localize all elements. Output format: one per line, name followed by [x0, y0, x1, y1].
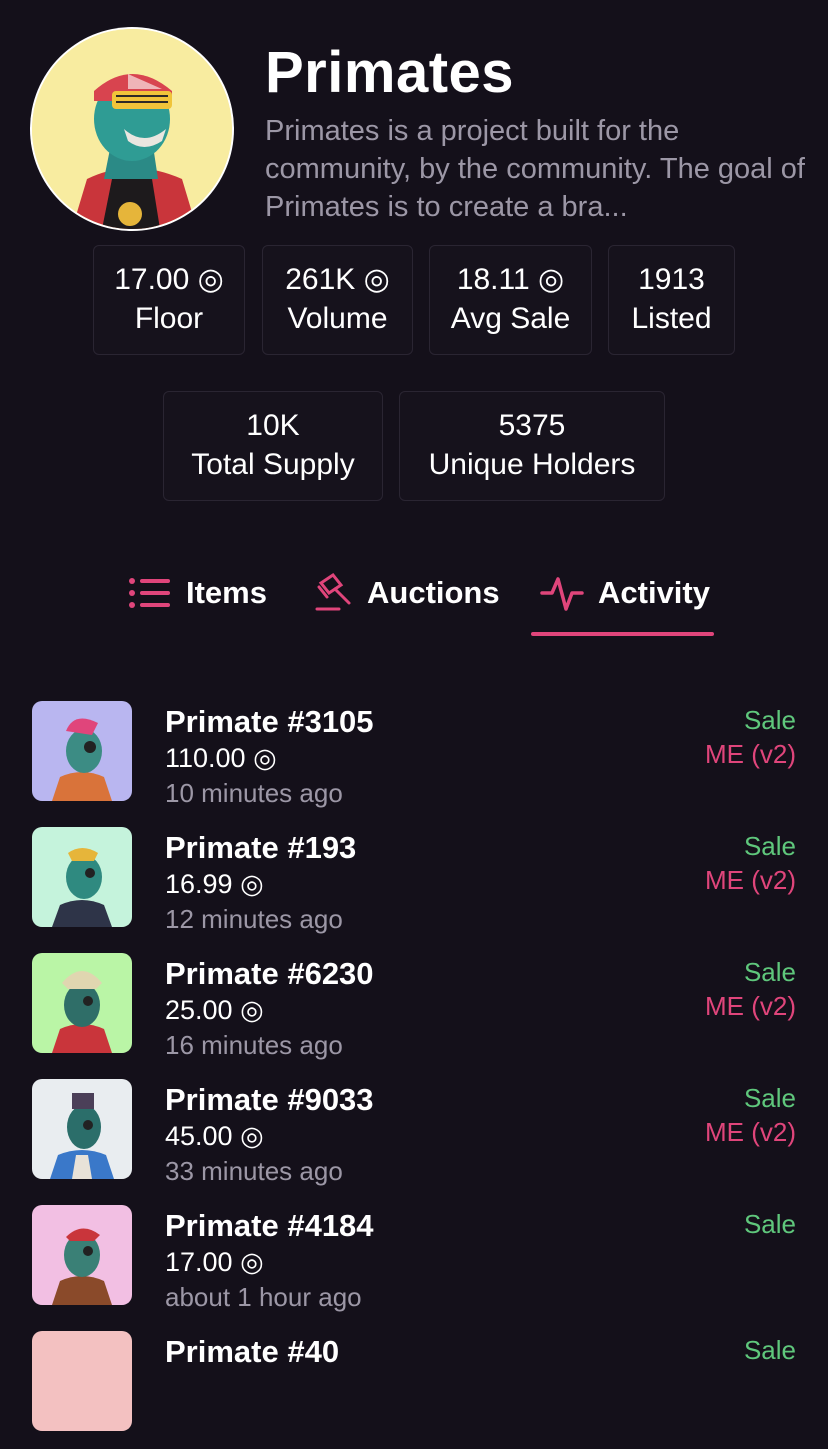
tab-items-label: Items — [186, 575, 267, 610]
nft-name: Primate #6230 — [165, 956, 374, 991]
stat-value: 10K — [246, 409, 300, 442]
activity-type: Sale — [743, 705, 796, 735]
activity-time: 10 minutes ago — [165, 778, 343, 808]
primate-thumbnail-image — [32, 701, 132, 801]
marketplace-label: ME (v2) — [705, 739, 796, 769]
list-item[interactable]: Primate #4184 17.00 ◎ about 1 hour ago S… — [0, 1205, 828, 1323]
stat-label: Volume — [287, 302, 388, 335]
list-item[interactable]: Primate #9033 45.00 ◎ 33 minutes ago Sal… — [0, 1079, 828, 1197]
primate-thumbnail-image — [32, 953, 132, 1053]
stat-label: Total Supply — [191, 448, 355, 481]
tab-auctions-label: Auctions — [367, 575, 500, 610]
list-item[interactable]: Primate #40 Sale — [0, 1331, 828, 1449]
marketplace-label: ME (v2) — [705, 865, 796, 895]
primate-thumbnail-image — [32, 1205, 132, 1305]
stat-unique-holders: 5375 Unique Holders — [399, 391, 665, 501]
nft-price: 16.99 ◎ — [165, 869, 264, 899]
nft-price: 110.00 ◎ — [165, 743, 277, 773]
stat-avg-sale: 18.11 ◎ Avg Sale — [429, 245, 592, 355]
nft-price: 17.00 ◎ — [165, 1247, 264, 1277]
stat-floor: 17.00 ◎ Floor — [93, 245, 245, 355]
stat-listed: 1913 Listed — [608, 245, 735, 355]
collection-title: Primates — [265, 40, 515, 105]
primate-thumbnail-image — [32, 1331, 132, 1431]
stat-label: Listed — [631, 302, 712, 335]
collection-description: Primates is a project built for the comm… — [265, 115, 805, 223]
activity-time: 16 minutes ago — [165, 1030, 343, 1060]
nft-price: 45.00 ◎ — [165, 1121, 264, 1151]
stat-value: 261K ◎ — [285, 263, 390, 296]
nft-thumbnail — [32, 701, 132, 801]
activity-time: 33 minutes ago — [165, 1156, 343, 1186]
nft-price: 25.00 ◎ — [165, 995, 264, 1025]
stat-value: 18.11 ◎ — [456, 263, 565, 296]
stat-volume: 261K ◎ Volume — [262, 245, 413, 355]
active-tab-indicator — [531, 632, 714, 636]
primate-avatar-image — [32, 29, 232, 229]
activity-type: Sale — [743, 957, 796, 987]
activity-type: Sale — [743, 1083, 796, 1113]
stat-value: 17.00 ◎ — [114, 263, 224, 296]
nft-thumbnail — [32, 1079, 132, 1179]
stat-value: 5375 — [498, 409, 566, 442]
list-icon — [129, 578, 170, 608]
gavel-icon — [315, 573, 351, 611]
activity-type: Sale — [743, 1335, 796, 1365]
list-item[interactable]: Primate #3105 110.00 ◎ 10 minutes ago Sa… — [0, 701, 828, 819]
list-item[interactable]: Primate #193 16.99 ◎ 12 minutes ago Sale… — [0, 827, 828, 945]
activity-pulse-icon — [540, 577, 584, 611]
activity-type: Sale — [743, 1209, 796, 1239]
nft-thumbnail — [32, 953, 132, 1053]
activity-time: 12 minutes ago — [165, 904, 343, 934]
nft-thumbnail — [32, 827, 132, 927]
tab-activity[interactable]: Activity — [540, 568, 710, 618]
nft-name: Primate #193 — [165, 830, 357, 865]
tab-items[interactable]: Items — [128, 568, 267, 618]
marketplace-label: ME (v2) — [705, 991, 796, 1021]
nft-thumbnail — [32, 1205, 132, 1305]
primate-thumbnail-image — [32, 1079, 132, 1179]
activity-time: about 1 hour ago — [165, 1282, 362, 1312]
tab-auctions[interactable]: Auctions — [313, 568, 500, 618]
nft-thumbnail — [32, 1331, 132, 1431]
collection-avatar — [32, 29, 232, 229]
primate-thumbnail-image — [32, 827, 132, 927]
nft-name: Primate #9033 — [165, 1082, 374, 1117]
nft-name: Primate #40 — [165, 1334, 340, 1369]
list-item[interactable]: Primate #6230 25.00 ◎ 16 minutes ago Sal… — [0, 953, 828, 1071]
stat-label: Floor — [134, 302, 204, 335]
activity-type: Sale — [743, 831, 796, 861]
stat-total-supply: 10K Total Supply — [163, 391, 383, 501]
nft-name: Primate #3105 — [165, 704, 374, 739]
stat-value: 1913 — [638, 263, 705, 296]
stat-label: Unique Holders — [428, 448, 636, 481]
nft-name: Primate #4184 — [165, 1208, 374, 1243]
marketplace-label: ME (v2) — [705, 1117, 796, 1147]
tab-activity-label: Activity — [598, 575, 710, 610]
stat-label: Avg Sale — [450, 302, 571, 335]
